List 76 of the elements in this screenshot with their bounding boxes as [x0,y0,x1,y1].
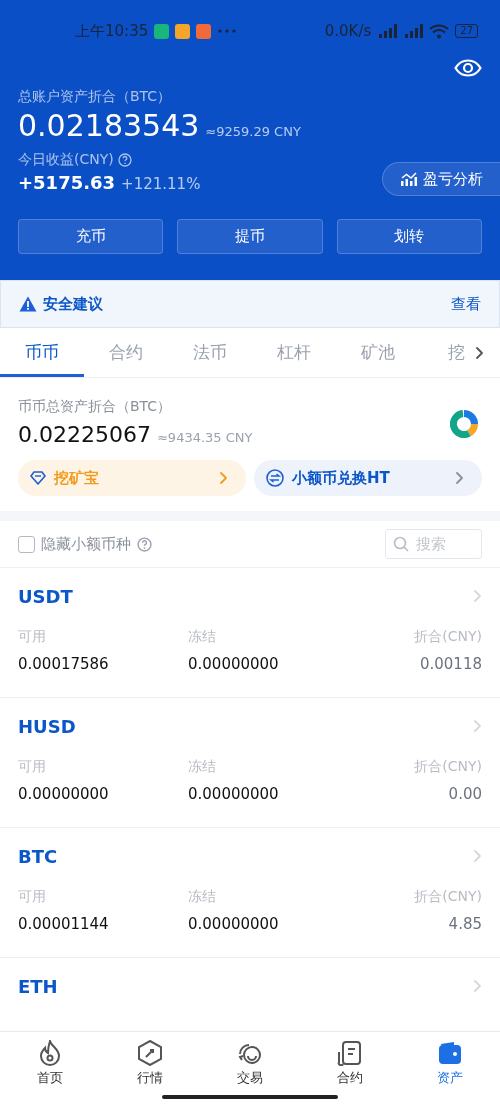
action-button[interactable]: 提币 [177,219,323,254]
nav-tab[interactable]: 资产 [400,1032,500,1110]
chevron-right-icon [219,471,228,485]
chart-icon [401,172,417,186]
wallet-icon [437,1040,463,1066]
eye-icon[interactable] [454,59,482,77]
coin-name[interactable]: ETH [18,976,482,997]
field-label: 冻结 [188,628,217,646]
field-value: 0.00017586 [18,655,110,673]
flame-icon [38,1040,62,1066]
checkbox[interactable] [18,535,35,553]
profit-value: +5175.63 [18,172,116,193]
hide-small-label: 隐藏小额币种 [41,534,131,554]
network-speed: 0.0K/s [324,22,372,40]
battery-icon: 27 [455,24,478,38]
signal-icon [403,24,424,38]
spot-balance-cny: ≈9434.35 CNY [156,430,253,445]
nav-tab[interactable]: 行情 [100,1032,200,1110]
search-icon [393,536,409,552]
action-button[interactable]: 充币 [18,219,164,254]
account-title: 总账户资产折合（BTC） [18,88,173,106]
field-label: 可用 [18,758,47,776]
document-icon [337,1040,363,1066]
coin-name[interactable]: USDT [18,586,482,607]
chevron-right-icon [473,979,482,993]
donut-chart-icon[interactable] [450,410,478,438]
nav-tab[interactable]: 交易 [200,1032,300,1110]
field-label: 冻结 [188,758,217,776]
field-value: 0.00000000 [18,785,110,803]
more-icon [217,29,238,33]
chevron-right-icon [473,849,482,863]
search-field[interactable]: 搜索 [385,529,482,559]
status-time: 上午10:35 [75,21,149,41]
field-label: 冻结 [188,888,217,906]
action-button[interactable]: 划转 [336,219,482,254]
help-icon[interactable] [137,536,152,552]
field-value: 0.00118 [418,655,482,673]
field-label: 可用 [18,628,47,646]
chevron-right-icon [473,589,482,603]
app-notification-icon [196,23,212,39]
field-label: 折合(CNY) [413,758,482,776]
field-value: 0.00000000 [188,785,280,803]
spot-balance: 0.02225067 [18,422,151,447]
coin-name[interactable]: HUSD [18,716,482,737]
app-notification-icon [154,23,170,39]
field-value: 4.85 [447,915,482,933]
profit-percent: +121.11% [121,175,201,193]
field-value: 0.00000000 [188,655,280,673]
total-balance: 0.02183543 [18,108,200,143]
hexagon-arrow-icon [137,1040,163,1066]
warning-icon [19,296,37,312]
spot-title: 币币总资产折合（BTC） [18,398,173,416]
wifi-icon [429,23,450,39]
chevron-right-icon [475,346,484,360]
diamond-icon [30,471,46,485]
profit-analysis-button[interactable]: 盈亏分析 [382,162,500,196]
view-link[interactable]: 查看 [451,294,481,314]
nav-tab[interactable]: 首页 [0,1032,100,1110]
profit-label: 今日收益(CNY) [18,151,114,169]
app-notification-icon [175,23,191,39]
nav-tab[interactable]: 合约 [300,1032,400,1110]
field-label: 折合(CNY) [413,628,482,646]
promo-button[interactable]: 小额币兑换HT [254,460,482,496]
security-advice: 安全建议 [43,294,103,314]
field-label: 可用 [18,888,47,906]
field-value: 0.00 [447,785,482,803]
signal-icon [377,24,398,38]
field-value: 0.00001144 [18,915,110,933]
balance-cny: ≈9259.29 CNY [205,124,301,139]
chevron-right-icon [455,471,464,485]
field-value: 0.00000000 [188,915,280,933]
chevron-right-icon [473,719,482,733]
coin-name[interactable]: BTC [18,846,482,867]
asset-tab[interactable]: 币币 [0,328,84,377]
field-label: 折合(CNY) [413,888,482,906]
exchange-icon [266,469,284,487]
